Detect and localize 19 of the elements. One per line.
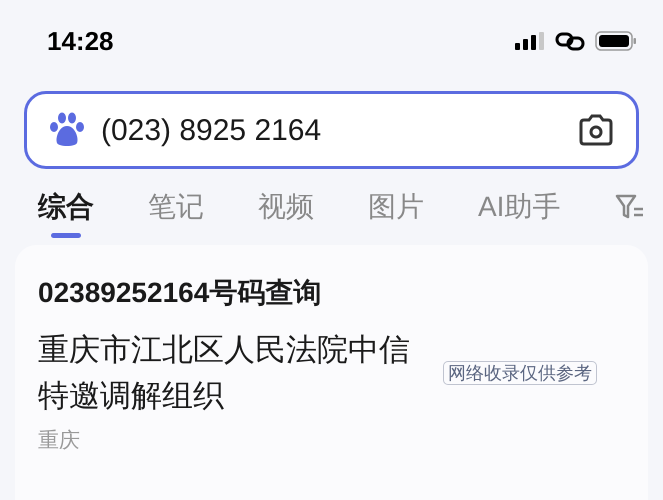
tab[interactable]: AI助手 xyxy=(478,189,560,225)
camera-icon[interactable] xyxy=(578,114,614,146)
signal-icon xyxy=(515,32,545,50)
filter-icon[interactable] xyxy=(615,193,645,221)
location-text: 重庆 xyxy=(38,428,81,454)
link-icon xyxy=(555,31,585,51)
status-time: 14:28 xyxy=(47,24,114,58)
tab[interactable]: 综合 xyxy=(38,189,94,225)
paw-logo-icon xyxy=(49,112,85,148)
battery-icon xyxy=(595,31,637,51)
organization-name: 重庆市江北区人民法院中信特邀调解组织 xyxy=(38,331,411,415)
search-field[interactable]: (023) 8925 2164 xyxy=(24,91,639,169)
tab[interactable]: 图片 xyxy=(368,189,424,225)
tab[interactable]: 视频 xyxy=(258,189,314,225)
tab[interactable]: 笔记 xyxy=(148,189,204,225)
search-query: (023) 8925 2164 xyxy=(101,112,322,148)
tab-underline xyxy=(51,233,81,238)
source-tag: 网络收录仅供参考 xyxy=(443,361,597,385)
result-title[interactable]: 02389252164号码查询 xyxy=(38,275,625,311)
